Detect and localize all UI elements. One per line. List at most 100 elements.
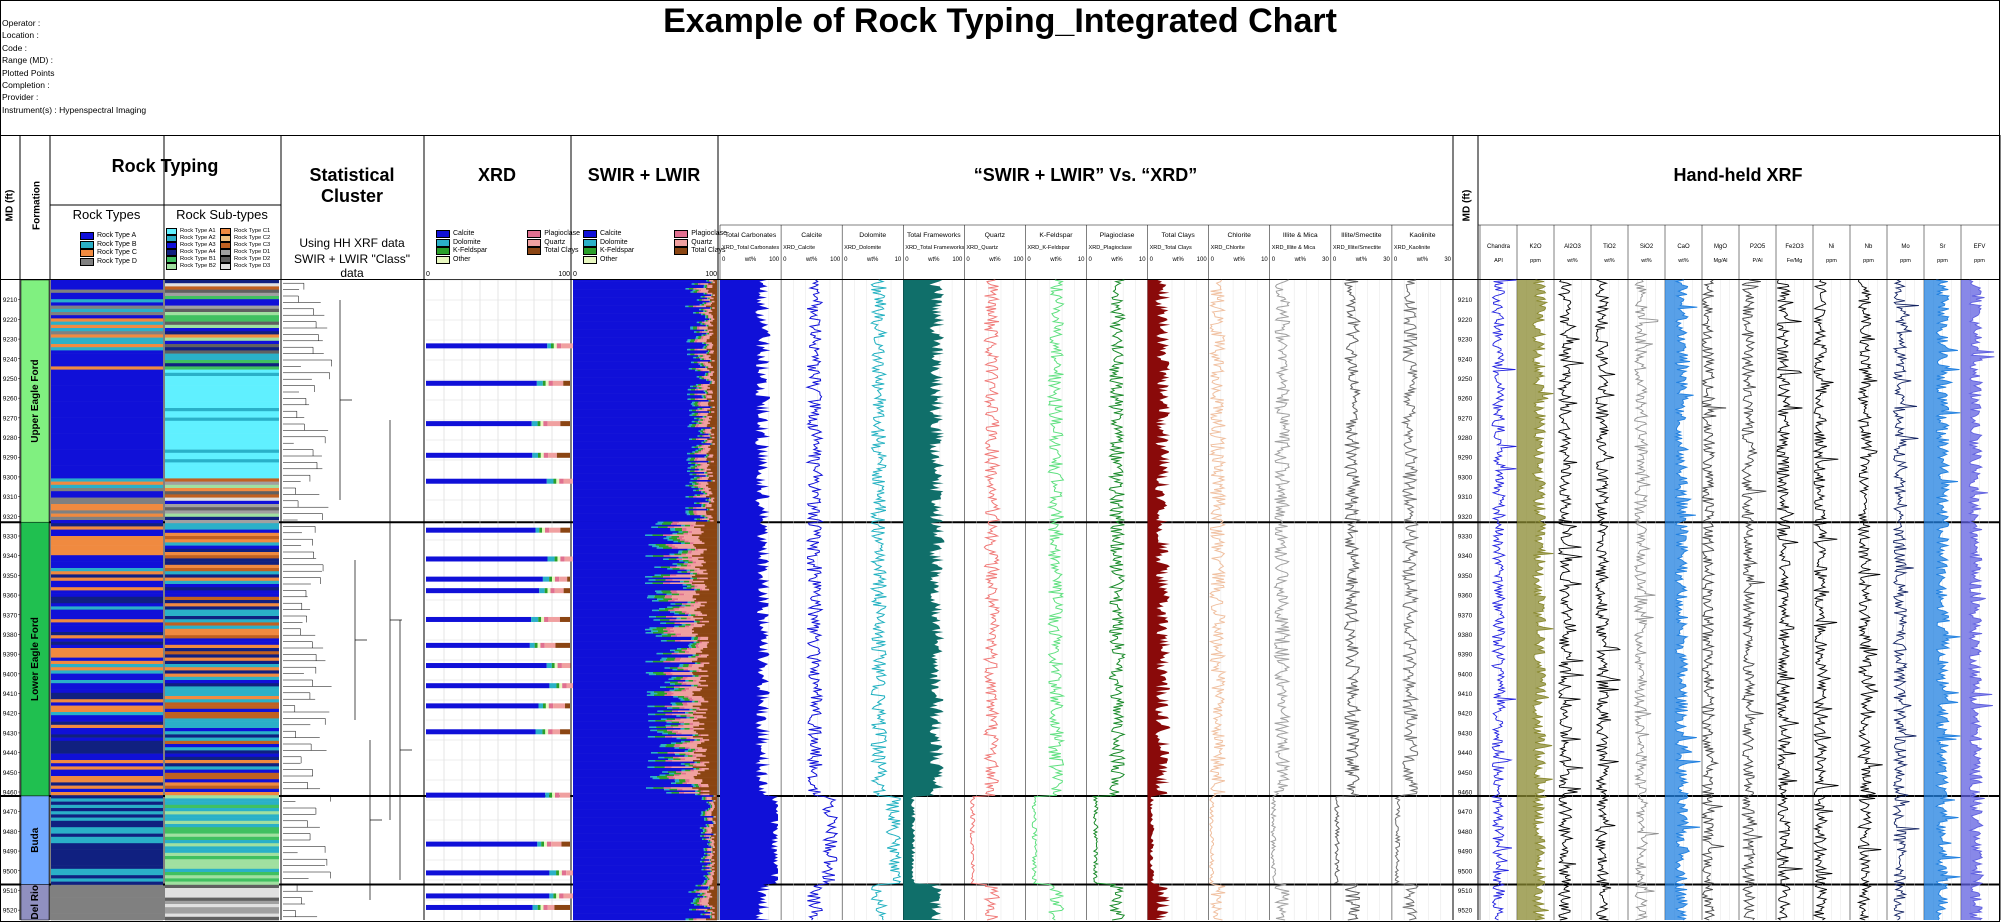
track-unit-label: ppm: [1900, 258, 1911, 264]
xrd-bar-segment: [560, 729, 570, 735]
xrd-bar-segment: [426, 893, 550, 899]
rock-type-band: [51, 728, 163, 732]
rock-type-band: [51, 865, 163, 870]
formation-label: Del Rio: [30, 885, 41, 919]
rock-subtype-band: [165, 648, 279, 652]
rock-type-band: [51, 436, 163, 441]
rock-subtype-band: [165, 673, 279, 678]
rock-subtype-band: [165, 446, 279, 450]
rock-subtype-band: [165, 516, 279, 521]
rock-subtype-band: [165, 353, 279, 358]
track-curve-label: XRD_Quartz: [966, 245, 998, 251]
track-unit-label: wt%: [744, 257, 757, 263]
rock-type-band: [51, 392, 163, 396]
depth-tick-label: 9440: [1458, 750, 1473, 757]
rock-subtype-band: [165, 913, 279, 918]
depth-tick-label: 9500: [3, 868, 18, 875]
rock-subtype-band: [165, 843, 279, 847]
rock-type-band: [51, 414, 163, 418]
rock-subtype-band: [165, 731, 279, 735]
rock-type-band: [51, 497, 163, 502]
rock-type-band: [51, 574, 163, 578]
rock-subtype-band: [165, 603, 279, 607]
rock-type-band: [51, 289, 163, 294]
rock-subtype-band: [165, 411, 279, 415]
rock-subtype-band: [165, 440, 279, 444]
rock-type-band: [51, 536, 163, 540]
rock-type-band: [51, 763, 163, 767]
xrd-bar-segment: [426, 556, 548, 562]
rock-subtype-band: [165, 536, 279, 540]
rock-type-band: [51, 696, 163, 700]
rock-subtype-band: [165, 497, 279, 502]
rock-type-band: [51, 811, 163, 815]
rock-type-band: [51, 356, 163, 361]
rock-subtype-band: [165, 801, 279, 806]
rock-type-band: [51, 449, 163, 454]
xrd-bar-segment: [539, 527, 543, 533]
rock-type-band: [51, 907, 163, 911]
track-name: CaO: [1677, 244, 1690, 250]
track-name: Ni: [1829, 244, 1835, 250]
rock-type-band: [51, 670, 163, 674]
rock-subtype-band: [165, 776, 279, 780]
xrd-bar-segment: [547, 421, 561, 427]
depth-tick-label: 9240: [1458, 356, 1473, 363]
xrd-bar-segment: [551, 841, 562, 847]
rock-type-band: [51, 366, 163, 370]
track-scale-label: 0: [1089, 257, 1093, 263]
rock-subtype-band: [165, 820, 279, 825]
xrd-bar-segment: [556, 343, 562, 349]
rock-type-band: [51, 622, 163, 626]
rock-type-band: [51, 737, 163, 742]
rock-type-band: [51, 430, 163, 434]
xrd-bar-segment: [547, 556, 555, 562]
track-unit-label: wt%: [866, 257, 879, 263]
rock-subtype-band: [165, 606, 279, 610]
rock-subtype-band: [165, 484, 279, 489]
xrd-bar-segment: [542, 380, 546, 386]
swir-scale-label: 100: [705, 271, 717, 278]
xrd-scale-label: 0: [426, 271, 430, 278]
rock-subtype-band: [165, 782, 279, 786]
rock-type-band: [51, 708, 163, 713]
xrd-scale-label: 100: [558, 271, 570, 278]
rock-type-band: [51, 651, 163, 655]
rock-type-band: [51, 744, 163, 748]
rock-type-band: [51, 462, 163, 466]
rock-subtype-band: [165, 875, 279, 879]
xrd-bar-segment: [555, 642, 570, 648]
rock-subtype-band: [165, 491, 279, 495]
rock-type-band: [51, 843, 163, 847]
track-name: SiO2: [1640, 244, 1654, 250]
xrd-bar-segment: [556, 870, 559, 876]
rock-subtype-band: [165, 689, 279, 694]
log-curve: [1393, 279, 1420, 921]
xrd-bar-segment: [544, 841, 547, 847]
depth-tick-label: 9270: [3, 415, 18, 422]
track-name: Chlorite: [1227, 232, 1251, 239]
rock-type-band: [51, 388, 163, 393]
track-scale-label: 30: [1322, 257, 1329, 263]
rock-subtype-band: [165, 488, 279, 492]
xrd-bar-segment: [549, 870, 557, 876]
xrd-bar-segment: [537, 452, 541, 458]
track-curve-label: XRD_Calcite: [783, 245, 815, 251]
rock-subtype-band: [165, 753, 279, 758]
rock-subtype-band: [165, 792, 279, 796]
rock-type-band: [51, 910, 163, 914]
rock-subtype-band: [165, 737, 279, 742]
rock-type-band: [51, 795, 163, 799]
depth-tick-label: 9280: [3, 435, 18, 442]
rock-subtype-band: [165, 587, 279, 591]
log-curve: [1856, 279, 1883, 921]
rock-type-band: [51, 440, 163, 444]
xrd-bar-segment: [545, 527, 550, 533]
xrd-bar-segment: [541, 616, 545, 622]
rock-subtype-band: [165, 840, 279, 844]
track-unit-label: wt%: [1171, 257, 1184, 263]
formation-label: Lower Eagle Ford: [30, 617, 41, 701]
depth-tick-label: 9300: [3, 474, 18, 481]
depth-tick-label: 9240: [3, 356, 18, 363]
log-curve-fill: [1924, 280, 1961, 920]
